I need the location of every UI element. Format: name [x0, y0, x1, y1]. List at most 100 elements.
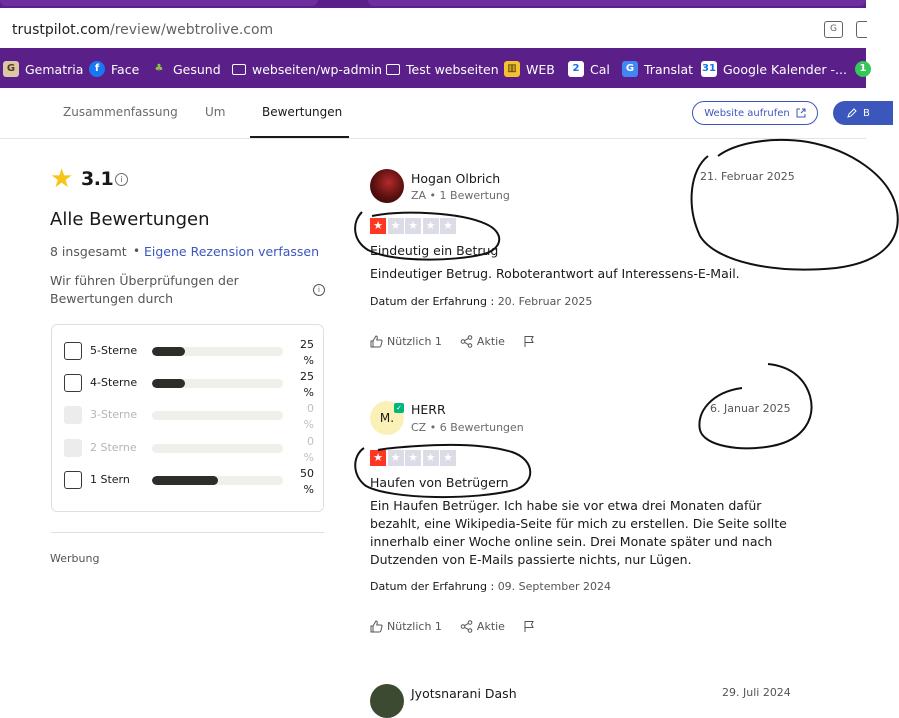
bookmark-gematria[interactable]: G Gematria	[3, 60, 83, 78]
bookmark-cal[interactable]: 2 Cal	[568, 60, 610, 78]
all-reviews-heading: Alle Bewertungen	[50, 209, 210, 230]
browser-tab[interactable]	[0, 0, 318, 6]
star-filter-checkbox	[64, 406, 82, 424]
reviewer-name[interactable]: Jyotsnarani Dash	[411, 686, 517, 701]
zoom-icon[interactable]	[856, 21, 867, 38]
star-distribution-percent: 0%	[303, 402, 314, 431]
separator-dot: •	[133, 244, 141, 258]
experience-date-label: Datum der Erfahrung :	[370, 580, 495, 593]
star-filter-row[interactable]: 1 Stern 50%	[64, 467, 314, 496]
divider	[51, 532, 324, 533]
review-title[interactable]: Haufen von Betrügern	[370, 475, 509, 490]
bookmark-label: Google Kalender -...	[723, 61, 847, 77]
report-button[interactable]	[523, 335, 536, 348]
star-filter-checkbox[interactable]	[64, 342, 82, 360]
url-host: trustpilot.com	[12, 22, 110, 38]
share-icon	[460, 335, 473, 348]
share-label: Aktie	[476, 620, 505, 633]
write-review-button[interactable]: B	[833, 101, 893, 125]
star-distribution-fill	[152, 347, 185, 356]
star-filter-checkbox[interactable]	[64, 471, 82, 489]
share-button[interactable]: Aktie	[460, 620, 505, 633]
useful-label: Nützlich 1	[387, 620, 442, 633]
leaf-icon: ♣	[154, 63, 164, 74]
bank-icon: ▥	[504, 61, 520, 77]
star-filter-row[interactable]: 4-Sterne 25%	[64, 370, 314, 399]
bookmark-translate[interactable]: G Translat	[622, 60, 693, 78]
star-filter-checkbox[interactable]	[64, 374, 82, 392]
star-icon: ★	[387, 450, 404, 466]
share-icon	[460, 620, 473, 633]
star-distribution-fill	[152, 476, 218, 485]
star-icon: ★	[387, 218, 404, 234]
flag-icon	[524, 621, 534, 632]
bookmark-label: Test webseiten	[406, 61, 499, 77]
share-button[interactable]: Aktie	[460, 335, 505, 348]
write-review-link[interactable]: Eigene Rezension verfassen	[144, 244, 319, 259]
active-tab-indicator	[250, 136, 349, 138]
bookmark-label: Gematria	[25, 61, 84, 77]
avatar[interactable]	[370, 684, 404, 718]
reviewer-meta: ZA • 1 Bewertung	[411, 189, 510, 202]
verification-note: Wir führen Überprüfungen der Bewertungen…	[50, 273, 239, 306]
review-actions: Nützlich 1 Aktie	[370, 335, 554, 348]
translate-icon: G	[622, 61, 638, 77]
star-filter-label: 3-Sterne	[90, 408, 138, 421]
bookmark-gesund[interactable]: ♣ Gesund	[151, 60, 221, 78]
bookmark-test-webseiten[interactable]: Test webseiten	[386, 60, 499, 78]
experience-date: Datum der Erfahrung : 20. Februar 2025	[370, 295, 592, 308]
review-date: 21. Februar 2025	[700, 170, 795, 183]
bookmark-extra[interactable]: 1	[855, 60, 871, 78]
bookmark-web[interactable]: ▥ WEB	[504, 60, 555, 78]
experience-date-value: 20. Februar 2025	[497, 295, 593, 308]
bookmark-face[interactable]: f Face	[89, 60, 139, 78]
info-icon[interactable]: i	[115, 173, 128, 186]
review-body: Ein Haufen Betrüger. Ich habe sie vor et…	[370, 498, 787, 567]
star-filter-checkbox	[64, 439, 82, 457]
star-distribution-percent: 0%	[303, 435, 314, 464]
review-star-rating: ★ ★ ★ ★ ★	[370, 218, 456, 234]
browser-tab-strip	[0, 0, 866, 8]
visit-website-button[interactable]: Website aufrufen	[692, 101, 818, 125]
star-distribution-fill	[152, 379, 185, 388]
total-review-count: 8 insgesamt	[50, 244, 127, 259]
url-path: /review/webtrolive.com	[109, 22, 274, 38]
useful-button[interactable]: Nützlich 1	[370, 620, 442, 633]
avatar[interactable]	[370, 169, 404, 203]
translate-page-icon[interactable]: G	[824, 21, 843, 38]
flag-icon	[524, 336, 534, 347]
gematria-icon: G	[3, 61, 19, 77]
whatsapp-icon: 1	[855, 61, 871, 77]
star-icon: ★	[422, 218, 439, 234]
useful-button[interactable]: Nützlich 1	[370, 335, 442, 348]
useful-label: Nützlich 1	[387, 335, 442, 348]
star-filter-label: 5-Sterne	[90, 344, 138, 357]
tab-about[interactable]: Um	[205, 105, 225, 119]
reviewer-name[interactable]: Hogan Olbrich	[411, 171, 500, 186]
tab-reviews[interactable]: Bewertungen	[262, 105, 342, 119]
bookmark-wp-admin[interactable]: webseiten/wp-admin	[232, 60, 382, 78]
external-link-icon	[796, 108, 806, 118]
address-bar[interactable]: trustpilot.com/review/webtrolive.com G	[0, 8, 867, 48]
star-distribution-percent: 50%	[300, 467, 314, 496]
star-filter-row[interactable]: 5-Sterne 25%	[64, 338, 314, 367]
tab-summary[interactable]: Zusammenfassung	[63, 105, 178, 119]
url-text[interactable]: trustpilot.com/review/webtrolive.com	[12, 22, 273, 38]
star-icon: ★	[370, 218, 386, 234]
facebook-icon: f	[89, 61, 105, 77]
report-button[interactable]	[523, 620, 536, 633]
browser-tab[interactable]	[368, 0, 866, 6]
star-filter-label: 1 Stern	[90, 473, 130, 486]
reviewer-name[interactable]: HERR	[411, 402, 446, 417]
experience-date-value: 09. September 2024	[497, 580, 611, 593]
star-distribution-percent: 25%	[300, 338, 314, 367]
star-icon: ★	[405, 218, 421, 234]
annotation-circle	[690, 139, 899, 271]
review-star-rating: ★ ★ ★ ★ ★	[370, 450, 456, 466]
bookmark-google-kalender[interactable]: 31 Google Kalender -...	[701, 60, 847, 78]
star-icon: ★	[440, 450, 456, 466]
review-title[interactable]: Eindeutig ein Betrug	[370, 243, 498, 258]
verification-info-icon[interactable]: i	[313, 284, 325, 296]
star-filter-row: 3-Sterne 0%	[64, 402, 314, 431]
share-label: Aktie	[476, 335, 505, 348]
